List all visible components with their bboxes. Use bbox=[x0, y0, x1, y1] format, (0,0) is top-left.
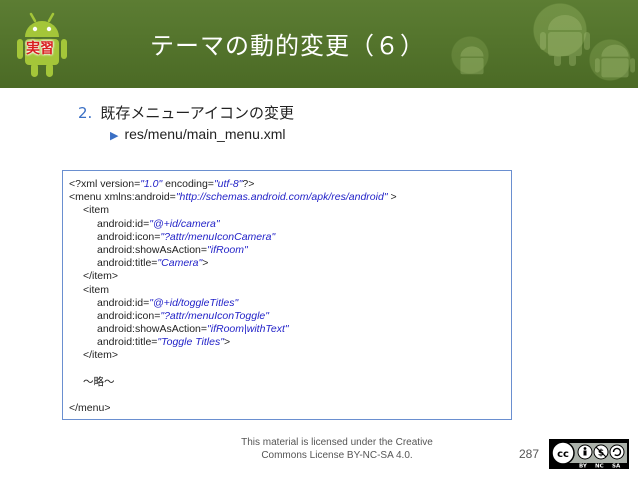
code-string: "?attr/menuIconToggle" bbox=[160, 309, 269, 322]
svg-text:cc: cc bbox=[557, 449, 569, 460]
triangle-bullet-icon: ▶ bbox=[110, 130, 119, 142]
code-line: android:id="@+id/toggleTitles" bbox=[69, 297, 505, 310]
code-line: ～略～ bbox=[69, 376, 505, 389]
code-token: encoding= bbox=[162, 178, 214, 190]
code-string: "ifRoom" bbox=[207, 243, 248, 256]
code-token: android:id= bbox=[97, 217, 150, 230]
code-token: ?> bbox=[242, 178, 255, 190]
code-line: android:showAsAction="ifRoom" bbox=[69, 244, 505, 257]
code-token: <?xml version= bbox=[69, 178, 141, 190]
creative-commons-by-nc-sa-icon: cc $ BY NC SA bbox=[549, 439, 629, 469]
file-path: res/menu/main_menu.xml bbox=[124, 126, 286, 142]
slide-title: テーマの動的変更（６） bbox=[150, 32, 425, 60]
code-string: "1.0" bbox=[140, 178, 163, 190]
code-token: android:icon= bbox=[97, 309, 161, 322]
code-listing: <?xml version="1.0" encoding="utf-8"?> <… bbox=[62, 170, 512, 420]
code-line: android:title="Camera"> bbox=[69, 257, 505, 270]
list-item-number: 2. bbox=[78, 104, 93, 122]
code-line: </item> bbox=[69, 349, 505, 362]
code-line: </item> bbox=[69, 270, 505, 283]
code-token: <item bbox=[83, 204, 109, 217]
slide-header: 実習 テーマの動的変更（６） bbox=[0, 0, 638, 88]
code-token: > bbox=[223, 336, 231, 349]
code-line: android:title="Toggle Titles"> bbox=[69, 336, 505, 349]
list-item-text: 既存メニューアイコンの変更 bbox=[100, 104, 294, 122]
code-token: > bbox=[202, 257, 209, 270]
code-token: android:icon= bbox=[97, 230, 161, 243]
code-line: </menu> bbox=[69, 402, 505, 415]
code-token: android:title= bbox=[97, 336, 158, 349]
sub-list-item: ▶ res/menu/main_menu.xml bbox=[110, 126, 286, 142]
svg-text:BY: BY bbox=[579, 464, 588, 470]
page-number: 287 bbox=[519, 447, 540, 461]
code-line: android:showAsAction="ifRoom|withText" bbox=[69, 323, 505, 336]
code-string: "ifRoom|withText" bbox=[207, 323, 289, 336]
code-line: <menu xmlns:android="http://schemas.andr… bbox=[69, 191, 505, 204]
code-token: android:showAsAction= bbox=[97, 323, 208, 336]
license-notice: This material is licensed under the Crea… bbox=[222, 436, 452, 462]
code-token: android:id= bbox=[97, 296, 150, 309]
code-line: <?xml version="1.0" encoding="utf-8"?> bbox=[69, 178, 505, 191]
android-robot-icon bbox=[595, 44, 635, 78]
code-token: </menu> bbox=[69, 402, 111, 415]
code-string: "http://schemas.android.com/apk/res/andr… bbox=[175, 191, 388, 204]
code-omission: ～略～ bbox=[83, 375, 115, 388]
code-line: android:icon="?attr/menuIconToggle" bbox=[69, 310, 505, 323]
code-token: android:title= bbox=[97, 257, 158, 270]
android-robot-icon bbox=[540, 15, 590, 66]
code-string: "@+id/camera" bbox=[149, 217, 220, 230]
code-line: android:id="@+id/camera" bbox=[69, 218, 505, 231]
code-string: "?attr/menuIconCamera" bbox=[160, 230, 276, 243]
svg-text:SA: SA bbox=[612, 464, 621, 470]
code-token: </item> bbox=[83, 270, 119, 283]
license-line: This material is licensed under the Crea… bbox=[241, 437, 433, 448]
license-line: Commons License BY-NC-SA 4.0. bbox=[261, 450, 413, 461]
code-string: "Toggle Titles" bbox=[157, 336, 224, 349]
practice-badge: 実習 bbox=[26, 41, 54, 57]
list-item: 2. 既存メニューアイコンの変更 bbox=[78, 102, 294, 123]
code-token: > bbox=[387, 191, 397, 204]
code-string: "utf-8" bbox=[213, 178, 243, 190]
code-token: <item bbox=[83, 283, 109, 296]
code-token: <menu xmlns:android= bbox=[69, 191, 176, 204]
code-line: android:icon="?attr/menuIconCamera" bbox=[69, 231, 505, 244]
code-string: "Camera" bbox=[157, 257, 203, 270]
code-string: "@+id/toggleTitles" bbox=[149, 296, 239, 309]
code-line: <item bbox=[69, 204, 505, 217]
svg-text:NC: NC bbox=[595, 464, 604, 470]
code-token: </item> bbox=[83, 349, 119, 362]
code-token: android:showAsAction= bbox=[97, 243, 208, 256]
code-line: <item bbox=[69, 284, 505, 297]
